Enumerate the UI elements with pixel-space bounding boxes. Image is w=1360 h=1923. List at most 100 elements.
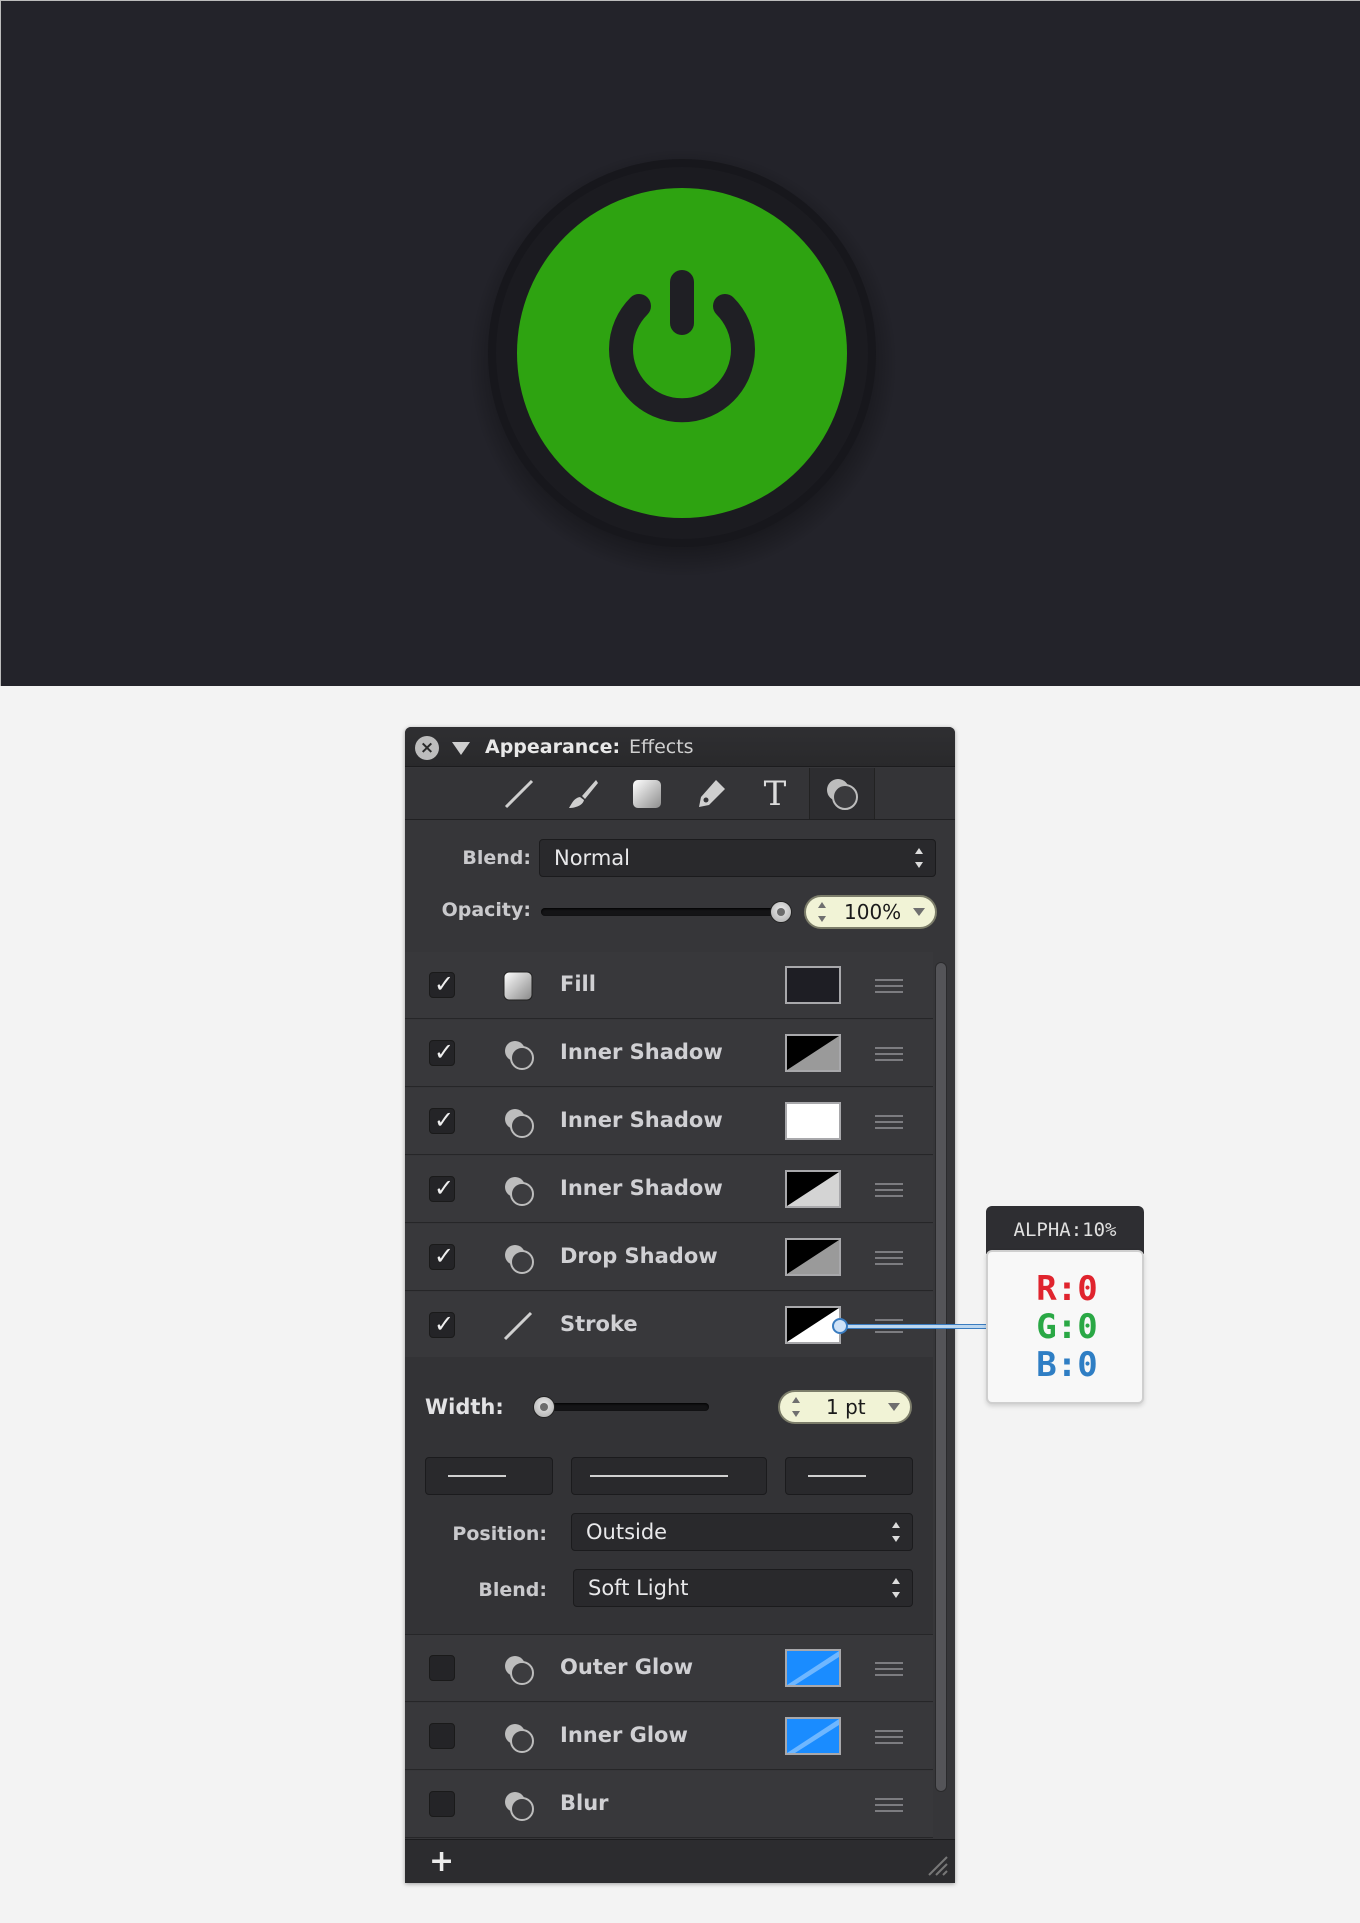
callout-red-value: R:0 [1036,1269,1098,1309]
blend-value: Normal [554,846,630,870]
opacity-label: Opacity: [441,899,531,921]
button-green-face[interactable] [517,188,847,518]
width-value: 1 pt [826,1395,866,1419]
width-slider-knob[interactable] [533,1396,555,1418]
checkmark-icon: ✓ [434,1106,455,1134]
opacity-slider-knob[interactable] [770,901,792,923]
drag-handle-icon[interactable] [875,1115,903,1129]
stroke-blend-label: Blend: [478,1579,547,1601]
panel-footer: + [405,1839,955,1883]
blend-dropdown[interactable]: Normal [539,839,936,877]
text-tool-glyph: T [763,774,787,814]
panel-title: Appearance: [485,736,621,758]
opacity-value: 100% [844,900,902,924]
effect-checkbox[interactable] [429,1791,455,1817]
shadow-icon [501,1720,535,1754]
effect-label: Inner Glow [560,1723,688,1747]
power-button-artwork [469,149,897,577]
disclosure-triangle-icon[interactable] [452,742,470,755]
effect-row[interactable]: ✓ Drop Shadow [405,1224,933,1291]
blend-label: Blend: [462,847,531,869]
callout-leader-dot [832,1318,848,1334]
drag-handle-icon[interactable] [875,1251,903,1265]
effect-color-swatch[interactable] [785,1649,841,1687]
drag-handle-icon[interactable] [875,1730,903,1744]
position-value: Outside [586,1520,668,1544]
pen-tool-icon[interactable] [691,776,731,812]
effect-label: Outer Glow [560,1655,694,1679]
checkmark-icon: ✓ [434,1038,455,1066]
stepper-arrows-icon[interactable] [792,1397,802,1417]
effects-tool-icon[interactable] [809,768,875,819]
effect-label: Inner Shadow [560,1040,723,1064]
close-icon[interactable]: × [415,736,439,760]
dropdown-arrows-icon [892,1522,902,1542]
width-stepper[interactable]: 1 pt [778,1390,912,1424]
effect-checkbox[interactable]: ✓ [429,970,455,998]
effect-row[interactable]: Inner Glow [405,1703,933,1770]
line-tool-icon[interactable] [499,776,539,812]
width-label: Width: [425,1395,504,1419]
effect-color-swatch[interactable] [785,1170,841,1208]
fill-swatch-icon [501,969,535,1003]
text-tool-icon[interactable]: T [755,776,795,812]
opacity-stepper[interactable]: 100% [804,895,937,929]
checkmark-icon: ✓ [434,970,455,998]
stroke-options: Width: 1 pt Position: Outside Blend: Sof… [405,1357,933,1635]
color-callout: ALPHA:10% R:0 G:0 B:0 [986,1206,1144,1404]
effect-color-swatch[interactable] [785,1034,841,1072]
callout-leader-line [840,1324,986,1329]
drag-handle-icon[interactable] [875,1047,903,1061]
drag-handle-icon[interactable] [875,1662,903,1676]
drag-handle-icon[interactable] [875,1798,903,1812]
effect-checkbox[interactable]: ✓ [429,1106,455,1134]
checkmark-icon: ✓ [434,1174,455,1202]
chevron-down-icon[interactable] [888,1403,900,1411]
effect-checkbox[interactable]: ✓ [429,1038,455,1066]
effect-color-swatch[interactable] [785,1717,841,1755]
effect-checkbox[interactable]: ✓ [429,1242,455,1270]
dropdown-arrows-icon [532,1466,542,1486]
opacity-slider-track[interactable] [541,908,777,916]
dropdown-arrows-icon [892,1578,902,1598]
shadow-icon [501,1173,535,1207]
effect-checkbox[interactable] [429,1723,455,1749]
effect-checkbox[interactable] [429,1655,455,1681]
effect-row[interactable]: Blur [405,1771,933,1838]
width-slider-track[interactable] [533,1403,709,1411]
shadow-icon [501,1241,535,1275]
stroke-join-dropdown[interactable] [785,1457,913,1495]
stroke-blend-dropdown[interactable]: Soft Light [573,1569,913,1607]
effect-color-swatch[interactable] [785,1102,841,1140]
dropdown-arrows-icon [915,848,925,868]
resize-grip-icon[interactable] [925,1853,949,1877]
chevron-down-icon[interactable] [913,908,925,916]
brush-tool-icon[interactable] [563,776,603,812]
stroke-cap-dropdown[interactable] [425,1457,553,1495]
effect-color-swatch[interactable] [785,1238,841,1276]
effect-checkbox[interactable]: ✓ [429,1174,455,1202]
effect-row[interactable]: ✓ Fill [405,952,933,1019]
add-effect-button[interactable]: + [429,1844,454,1879]
callout-alpha: ALPHA:10% [986,1206,1144,1254]
effect-label: Drop Shadow [560,1244,718,1268]
drag-handle-icon[interactable] [875,979,903,993]
dropdown-arrows-icon [746,1466,756,1486]
effect-row[interactable]: Outer Glow [405,1635,933,1702]
position-dropdown[interactable]: Outside [571,1513,913,1551]
panel-scrollbar[interactable] [935,962,947,1792]
checkmark-icon: ✓ [434,1310,455,1338]
fill-tool-icon[interactable] [627,776,667,812]
effect-color-swatch[interactable] [785,966,841,1004]
effect-row[interactable]: ✓ Inner Shadow [405,1088,933,1155]
effect-row[interactable]: ✓ Inner Shadow [405,1020,933,1087]
stroke-dash-dropdown[interactable] [571,1457,767,1495]
effect-label: Fill [560,972,596,996]
effect-label: Stroke [560,1312,638,1336]
stepper-arrows-icon[interactable] [818,902,828,922]
stroke-line-icon [501,1309,535,1343]
dropdown-arrows-icon [892,1466,902,1486]
drag-handle-icon[interactable] [875,1183,903,1197]
effect-row[interactable]: ✓ Inner Shadow [405,1156,933,1223]
effect-checkbox[interactable]: ✓ [429,1310,455,1338]
